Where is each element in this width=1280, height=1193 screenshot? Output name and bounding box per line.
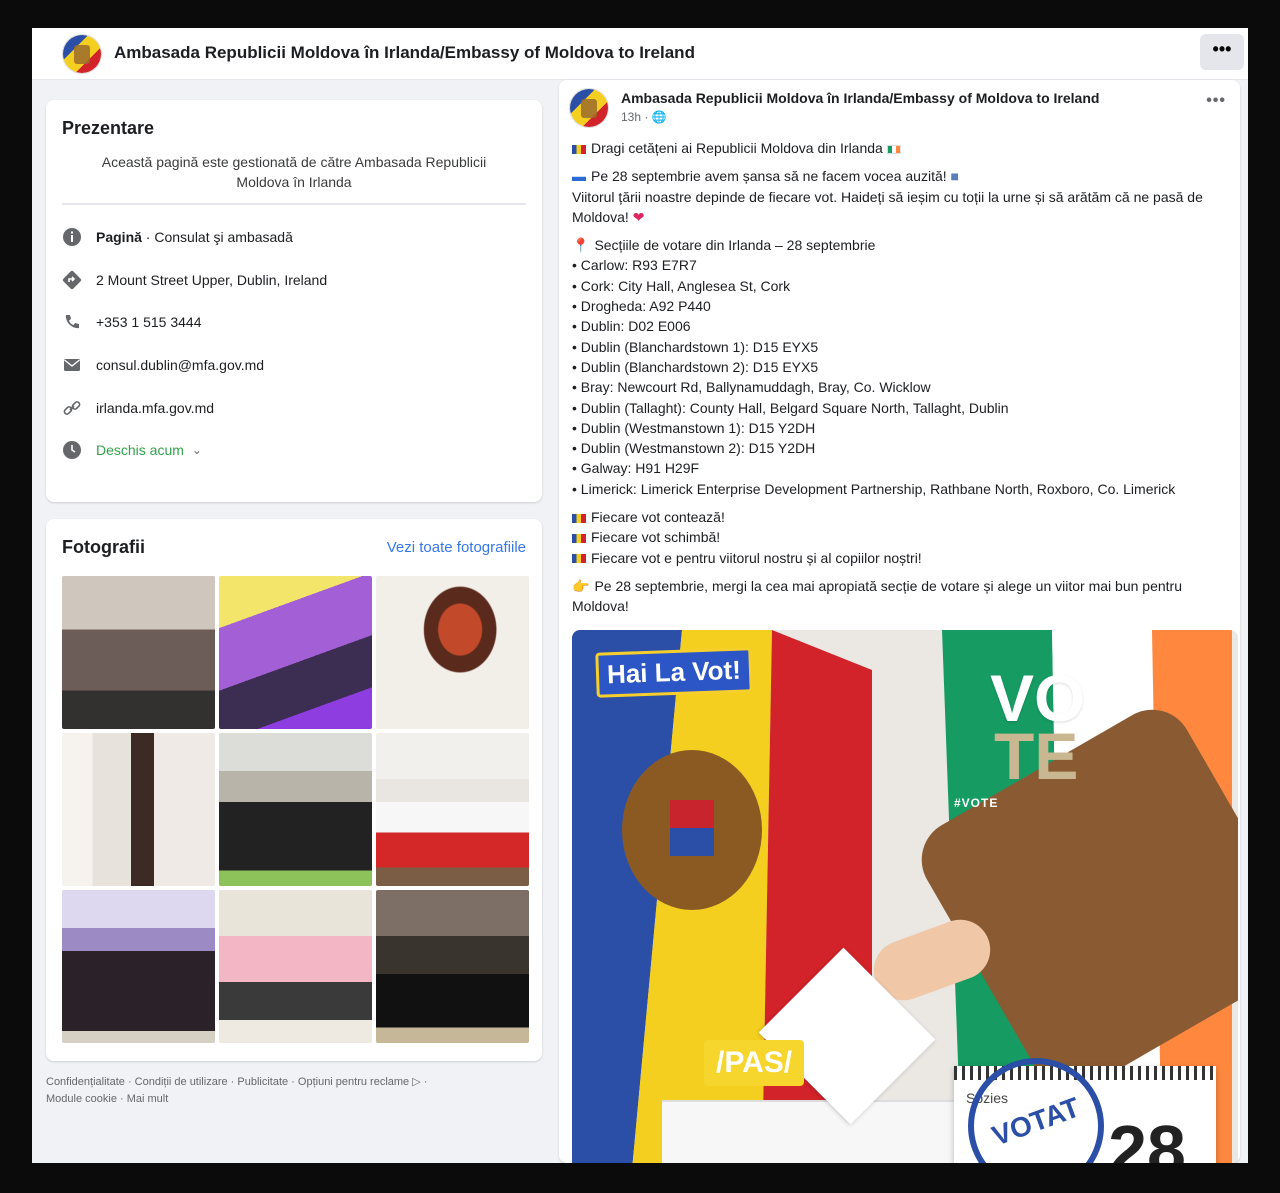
ireland-flag-icon [886,144,901,154]
photo-thumbnail[interactable] [62,890,215,1043]
polling-station: • Dublin (Blanchardstown 2): D15 EYX5 [572,358,819,375]
intro-description: Această pagină este gestionată de către … [101,154,487,190]
post-image[interactable]: Hai La Vot! VO TE #VOTE /PAS/ Sozies 28 … [572,630,1238,1163]
chevron-down-icon[interactable]: ⌄ [192,443,202,457]
phone-text[interactable]: +353 1 515 3444 [96,314,202,330]
slogan-3: Fiecare vot e pentru viitorul nostru și … [572,548,1234,568]
moldova-flag-icon [572,534,586,544]
vote-hashtag: #VOTE [954,796,999,810]
intro-title: Prezentare [62,118,155,138]
photos-card: Fotografii Vezi toate fotografiile [46,519,542,1061]
hai-la-vot-badge: Hai La Vot! [595,647,753,698]
email-link[interactable]: consul.dublin@mfa.gov.md [96,357,264,373]
info-website: irlanda.mfa.gov.md [62,396,214,420]
address-text[interactable]: 2 Mount Street Upper, Dublin, Ireland [96,272,327,288]
post-greeting: Dragi cetățeni ai Republicii Moldova din… [572,138,1234,158]
moldova-flag-icon [572,513,586,523]
closing-line: 👉 Pe 28 septembrie, mergi la cea mai apro… [572,577,1182,615]
photo-grid [62,576,529,1043]
polling-station: • Dublin (Westmanstown 2): D15 Y2DH [572,440,816,457]
info-email: consul.dublin@mfa.gov.md [62,353,264,377]
footer-links: Confidențialitate · Condiții de utilizar… [46,1074,526,1108]
ballot-icon: ▬ [572,168,586,185]
photo-thumbnail[interactable] [62,733,215,886]
sections-title: 📍 Secțiile de votare din Irlanda – 28 sep… [572,235,1234,255]
pointing-hand-icon: 👉 [572,577,590,594]
website-link[interactable]: irlanda.mfa.gov.md [96,400,214,416]
post-line-future: Viitorul țării noastre depinde de fiecar… [572,188,1203,225]
info-hours[interactable]: Deschis acum ⌄ [62,438,202,462]
info-category: Pagină · Consulat şi ambasadă [62,225,293,249]
polling-station: • Dublin (Westmanstown 1): D15 Y2DH [572,419,816,436]
info-phone: +353 1 515 3444 [62,310,202,334]
post-line-chance: ▬ Pe 28 septembrie avem șansa să ne facem… [572,166,1234,186]
polling-station: • Limerick: Limerick Enterprise Developm… [572,480,1176,497]
page-avatar[interactable] [62,34,102,74]
hours-status[interactable]: Deschis acum [96,442,184,458]
polling-station: • Carlow: R93 E7R7 [572,257,697,274]
divider [62,203,526,205]
polling-station: • Bray: Newcourt Rd, Ballynamuddagh, Bra… [572,379,931,396]
pas-label: /PAS/ [704,1040,805,1086]
photo-thumbnail[interactable] [219,576,372,729]
post-time[interactable]: 13h · [621,110,652,124]
moldova-flag-icon [572,554,586,564]
polling-station: • Dublin (Tallaght): County Hall, Belgar… [572,399,1009,416]
post-meta: 13h · 🌐 [621,110,667,124]
post-author[interactable]: Ambasada Republicii Moldova în Irlanda/E… [621,90,1099,106]
clock-icon [62,440,82,460]
photo-thumbnail[interactable] [219,890,372,1043]
pin-icon: 📍 [572,237,590,254]
slogan-2: Fiecare vot schimbă! [572,527,1234,547]
post-body: Dragi cetățeni ai Republicii Moldova din… [572,138,1234,617]
polling-station: • Dublin (Blanchardstown 1): D15 EYX5 [572,338,819,355]
more-options-button[interactable]: ••• [1200,34,1244,70]
globe-icon: 🌐 [651,110,667,124]
post-more-button[interactable]: ••• [1206,92,1226,110]
page-header: Ambasada Republicii Moldova în Irlanda/E… [32,28,1248,80]
polling-station: • Cork: City Hall, Anglesea St, Cork [572,277,791,294]
page-title[interactable]: Ambasada Republicii Moldova în Irlanda/E… [114,43,695,63]
category-value: · Consulat şi ambasadă [141,229,293,245]
polling-station: • Dublin: D02 E006 [572,318,691,335]
calendar-day: 28 [1108,1111,1186,1163]
category-label: Pagină [96,229,142,245]
polling-station: • Drogheda: A92 P440 [572,298,711,315]
ballot-box [662,1100,992,1163]
footer-line-1[interactable]: Confidențialitate · Condiții de utilizar… [46,1074,526,1091]
info-icon [62,227,82,247]
feed-post: Ambasada Republicii Moldova în Irlanda/E… [559,80,1240,1163]
footer-line-2[interactable]: Module cookie · Mai mult [46,1091,526,1108]
facebook-page-screenshot: Ambasada Republicii Moldova în Irlanda/E… [32,28,1248,1163]
photo-thumbnail[interactable] [219,733,372,886]
link-icon [62,398,82,418]
see-all-photos-link[interactable]: Vezi toate fotografiile [387,539,526,556]
email-icon [62,355,82,375]
heart-icon: ❤ [632,208,645,225]
post-avatar[interactable] [569,88,609,128]
photos-title: Fotografii [62,537,145,557]
info-address: 2 Mount Street Upper, Dublin, Ireland [62,268,327,292]
directions-icon [62,270,82,290]
polling-station: • Galway: H91 H29F [572,460,700,477]
photo-thumbnail[interactable] [376,890,529,1043]
photo-thumbnail[interactable] [376,733,529,886]
vote-logo-top: VO [990,661,1086,735]
photo-thumbnail[interactable] [62,576,215,729]
moldova-flag-icon [572,144,586,154]
intro-card: Prezentare Această pagină este gestionat… [46,100,542,502]
slogan-1: Fiecare vot contează! [572,507,1234,527]
ballot-box-icon: ■ [950,168,959,185]
phone-icon [62,312,82,332]
photo-thumbnail[interactable] [376,576,529,729]
vote-logo-bottom: TE [994,719,1079,793]
